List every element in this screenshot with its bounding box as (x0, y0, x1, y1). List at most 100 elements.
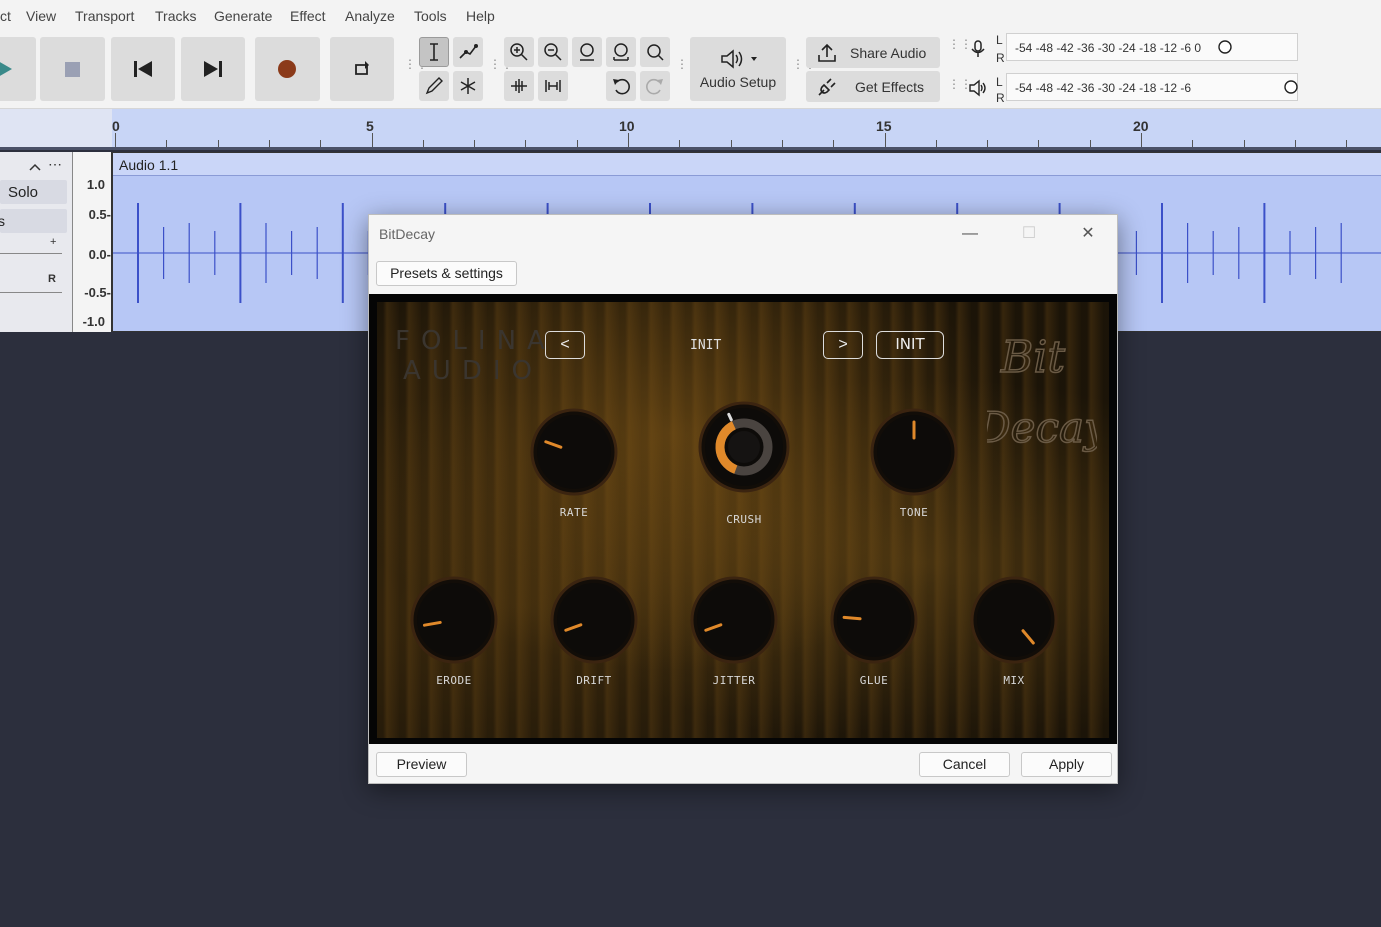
knob-erode[interactable] (406, 572, 502, 668)
menu-item-tools[interactable]: Tools (414, 8, 447, 24)
menu-item-tracks[interactable]: Tracks (155, 8, 196, 24)
toolbar-grip[interactable]: ⋮⋮ (676, 58, 700, 79)
zoom-out-button[interactable] (538, 37, 568, 67)
trim-button[interactable] (504, 71, 534, 101)
playback-meter-button[interactable] (964, 74, 992, 102)
menu-item-effect[interactable]: Effect (290, 8, 326, 24)
ruler-tick (372, 133, 373, 147)
effects-button[interactable]: s (0, 209, 67, 233)
meter-left-channel: L (996, 33, 1003, 47)
speaker-dropdown-icon (721, 49, 757, 69)
knob-rate[interactable] (526, 404, 622, 500)
draw-tool[interactable] (419, 71, 449, 101)
gain-slider[interactable] (0, 253, 62, 254)
knob-jitter[interactable] (686, 572, 782, 668)
record-button[interactable] (255, 37, 320, 101)
menu-item-generate[interactable]: Generate (214, 8, 272, 24)
knob-tone[interactable] (866, 404, 962, 500)
knob-label-glue: GLUE (859, 674, 889, 687)
skip-start-button[interactable] (111, 37, 175, 101)
knob-label-crush: CRUSH (726, 513, 762, 526)
undo-button[interactable] (606, 71, 636, 101)
ruler-tick (474, 140, 475, 147)
timeline-ruler[interactable]: 0 5 10 15 20 (112, 109, 1381, 150)
zoom-in-button[interactable] (504, 37, 534, 67)
preview-button[interactable]: Preview (376, 752, 467, 777)
redo-button[interactable] (640, 71, 670, 101)
envelope-tool[interactable] (453, 37, 483, 67)
record-level-meter[interactable]: -54 -48 -42 -36 -30 -24 -18 -12 -6 0 (1006, 33, 1298, 61)
knob-body (417, 583, 491, 657)
knob-drift[interactable] (546, 572, 642, 668)
knob-glue[interactable] (826, 572, 922, 668)
loop-icon (355, 61, 369, 75)
skip-start-icon (134, 61, 152, 77)
track-menu-icon[interactable]: ⋯ (48, 156, 62, 173)
knob-mix[interactable] (966, 572, 1062, 668)
stop-button[interactable] (40, 37, 105, 101)
record-meter-button[interactable] (964, 35, 992, 63)
silence-icon (545, 80, 561, 92)
ruler-tick (731, 140, 732, 147)
audio-setup-label: Audio Setup (699, 74, 777, 90)
toolbar-grip[interactable]: ⋮⋮ (404, 58, 428, 79)
audio-setup-button[interactable]: Audio Setup (690, 37, 786, 101)
get-effects-button[interactable]: Get Effects (806, 71, 940, 102)
knob-label-rate: RATE (559, 506, 589, 519)
meter-right-channel: R (996, 51, 1005, 65)
fit-project-button[interactable] (606, 37, 636, 67)
ruler-tick (628, 133, 629, 147)
next-preset-button[interactable]: > (823, 331, 863, 359)
clip-title-bar[interactable]: Audio 1.1 (113, 153, 1381, 176)
toolbar-grip[interactable]: ⋮⋮ (792, 58, 816, 79)
menu-item-transport[interactable]: Transport (75, 8, 134, 24)
share-audio-button[interactable]: Share Audio (806, 37, 940, 68)
minimize-button[interactable]: — (955, 221, 985, 247)
knob-crush[interactable] (694, 397, 794, 497)
menu-item-analyze[interactable]: Analyze (345, 8, 395, 24)
toolbar-grip[interactable]: ⋮⋮ (948, 38, 972, 59)
solo-button[interactable]: Solo (0, 180, 67, 204)
playback-level-meter[interactable]: -54 -48 -42 -36 -30 -24 -18 -12 -6 (1006, 73, 1298, 101)
menu-item-view[interactable]: View (26, 8, 56, 24)
play-button[interactable] (0, 37, 36, 101)
maximize-button[interactable]: ☐ (1014, 221, 1044, 247)
ruler-tick (1192, 140, 1193, 147)
toolbar-grip[interactable]: ⋮⋮ (489, 58, 513, 79)
knob-label-jitter: JITTER (712, 674, 756, 687)
init-button[interactable]: INIT (876, 331, 944, 359)
loop-button[interactable] (330, 37, 394, 101)
meter-slider-handle[interactable] (1284, 80, 1298, 94)
track-control-panel: ⋯ Solo s + R (0, 152, 73, 332)
menu-bar: ct View Transport Tracks Generate Effect… (0, 0, 1381, 31)
meter-left-channel: L (996, 75, 1003, 89)
close-button[interactable]: ✕ (1073, 221, 1103, 247)
silence-button[interactable] (538, 71, 568, 101)
apply-button[interactable]: Apply (1021, 752, 1112, 777)
fit-selection-button[interactable] (572, 37, 602, 67)
ruler-tick (115, 133, 116, 147)
ruler-tick (1295, 140, 1296, 147)
zoom-toggle-button[interactable] (640, 37, 670, 67)
meter-slider-handle[interactable] (1218, 40, 1232, 54)
ruler-tick (1038, 140, 1039, 147)
menu-item-select[interactable]: ct (0, 8, 11, 24)
dialog-title: BitDecay (379, 226, 436, 242)
selection-tool[interactable] (419, 37, 449, 67)
ruler-tick (833, 140, 834, 147)
plugin-panel: FOLINA AUDIO < INIT > INIT Bit Decay RAT… (369, 294, 1117, 744)
knob-body (837, 583, 911, 657)
zoom-out-icon (544, 43, 562, 61)
scale-label: -0.5- (84, 285, 111, 300)
previous-preset-button[interactable]: < (545, 331, 585, 359)
toolbar-grip[interactable]: ⋮⋮ (948, 78, 972, 99)
multi-tool[interactable] (453, 71, 483, 101)
ruler-tick (1090, 140, 1091, 147)
cancel-button[interactable]: Cancel (919, 752, 1010, 777)
skip-end-button[interactable] (181, 37, 245, 101)
collapse-icon[interactable] (28, 162, 42, 172)
menu-item-help[interactable]: Help (466, 8, 495, 24)
scale-label: 0.5- (88, 207, 111, 222)
pan-slider[interactable] (0, 292, 62, 293)
presets-settings-button[interactable]: Presets & settings (376, 261, 517, 286)
